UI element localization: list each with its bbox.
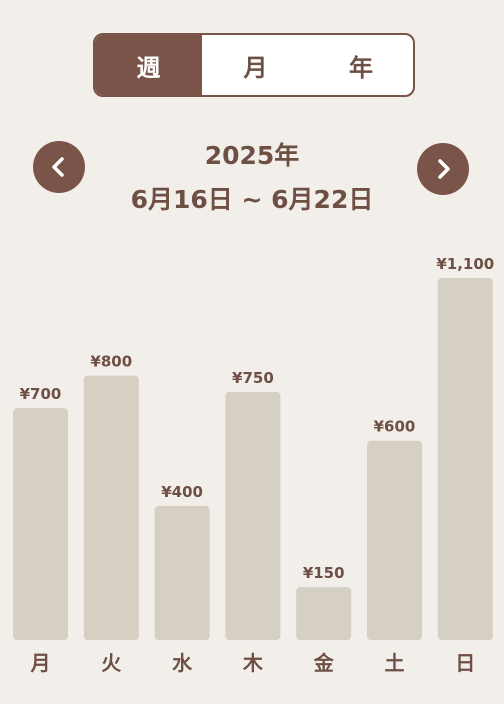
bar-6 [437, 278, 493, 640]
bar-4 [296, 587, 352, 640]
bar-value-label: ¥750 [232, 369, 274, 387]
x-tick-label: 日 [455, 651, 475, 675]
bar-value-label: ¥700 [20, 385, 62, 403]
bar-value-label: ¥150 [303, 564, 345, 582]
x-tick-label: 火 [101, 651, 122, 675]
bar-value-label: ¥800 [90, 353, 132, 371]
bar-value-label: ¥400 [161, 483, 203, 501]
x-tick-label: 木 [242, 651, 264, 675]
bar-5 [367, 440, 422, 640]
x-tick-label: 金 [313, 651, 335, 675]
x-tick-label: 水 [172, 651, 193, 675]
x-tick-label: 土 [385, 651, 405, 675]
x-tick-label: 月 [30, 651, 51, 675]
bar-chart: ¥700 月 ¥800 火 ¥400 水 ¥750 木 ¥150 金 ¥600 土 ¥1,100 日 [13, 255, 494, 675]
bar-2 [154, 505, 210, 640]
bar-0 [13, 408, 68, 640]
bar-3 [225, 391, 281, 640]
bar-value-label: ¥600 [374, 418, 416, 436]
bar-1 [83, 375, 139, 640]
bar-value-label: ¥1,100 [436, 255, 494, 273]
